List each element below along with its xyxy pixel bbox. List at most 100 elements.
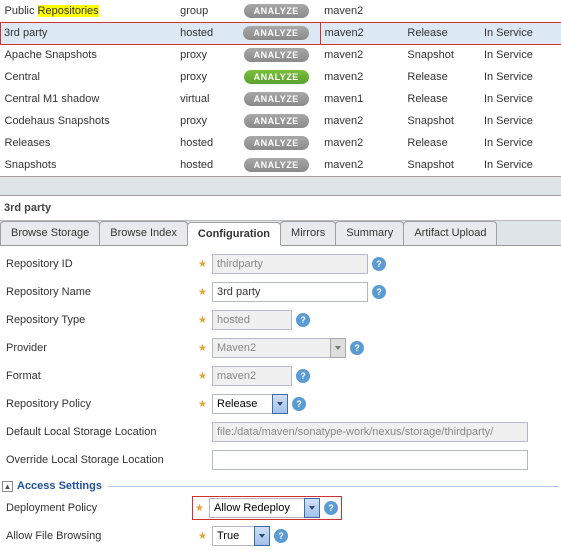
format-label: Format bbox=[2, 370, 198, 382]
required-icon bbox=[198, 455, 208, 466]
analyze-cell: ANALYZE bbox=[232, 88, 320, 110]
analyze-button[interactable]: ANALYZE bbox=[243, 26, 308, 40]
analyze-button[interactable]: ANALYZE bbox=[244, 92, 309, 106]
chevron-down-icon bbox=[330, 338, 346, 358]
policy-cell: Release bbox=[403, 66, 480, 88]
provider-select bbox=[212, 338, 346, 358]
table-row[interactable]: Public RepositoriesgroupANALYZEmaven2 bbox=[1, 0, 561, 22]
help-icon[interactable]: ? bbox=[296, 369, 310, 383]
help-icon[interactable]: ? bbox=[274, 529, 288, 543]
highlight-rect: ★ ? bbox=[192, 496, 342, 520]
analyze-cell: ANALYZE bbox=[232, 154, 320, 176]
config-form: Repository ID ★ ? Repository Name ★ ? Re… bbox=[0, 246, 561, 554]
tab-browse-storage[interactable]: Browse Storage bbox=[0, 221, 100, 245]
policy-cell bbox=[403, 0, 480, 22]
repository-table: Public RepositoriesgroupANALYZEmaven23rd… bbox=[0, 0, 561, 176]
analyze-button[interactable]: ANALYZE bbox=[244, 114, 309, 128]
repo-name-cell: Apache Snapshots bbox=[1, 44, 177, 66]
chevron-down-icon[interactable] bbox=[304, 498, 320, 518]
required-icon: ★ bbox=[198, 531, 208, 542]
required-icon: ★ bbox=[198, 315, 208, 326]
analyze-cell: ANALYZE bbox=[232, 44, 320, 66]
override-loc-label: Override Local Storage Location bbox=[2, 454, 198, 466]
help-icon[interactable]: ? bbox=[372, 285, 386, 299]
analyze-cell: ANALYZE bbox=[232, 132, 320, 154]
repo-type-cell: hosted bbox=[176, 22, 232, 44]
collapse-icon[interactable]: ▲ bbox=[2, 481, 13, 492]
repo-type-cell: hosted bbox=[176, 132, 232, 154]
chevron-down-icon[interactable] bbox=[254, 526, 270, 546]
analyze-cell: ANALYZE bbox=[232, 0, 320, 22]
required-icon bbox=[198, 427, 208, 438]
analyze-button[interactable]: ANALYZE bbox=[244, 4, 309, 18]
tab-summary[interactable]: Summary bbox=[335, 221, 404, 245]
section-divider bbox=[0, 176, 561, 196]
access-settings-legend: ▲ Access Settings bbox=[2, 478, 559, 494]
detail-title: 3rd party bbox=[0, 196, 561, 221]
help-icon[interactable]: ? bbox=[324, 501, 338, 515]
table-row[interactable]: Codehaus SnapshotsproxyANALYZEmaven2Snap… bbox=[1, 110, 561, 132]
policy-cell: Snapshot bbox=[403, 110, 480, 132]
required-icon: ★ bbox=[195, 503, 205, 514]
format-cell: maven2 bbox=[320, 110, 403, 132]
repo-id-label: Repository ID bbox=[2, 258, 198, 270]
repo-name-cell: Central M1 shadow bbox=[1, 88, 177, 110]
analyze-cell: ANALYZE bbox=[232, 66, 320, 88]
format-field bbox=[212, 366, 292, 386]
table-row[interactable]: ReleaseshostedANALYZEmaven2ReleaseIn Ser… bbox=[1, 132, 561, 154]
file-browse-select[interactable] bbox=[212, 526, 270, 546]
repo-name-cell: Releases bbox=[1, 132, 177, 154]
table-row[interactable]: Central M1 shadowvirtualANALYZEmaven1Rel… bbox=[1, 88, 561, 110]
chevron-down-icon[interactable] bbox=[272, 394, 288, 414]
help-icon[interactable]: ? bbox=[296, 313, 310, 327]
help-icon[interactable]: ? bbox=[292, 397, 306, 411]
repo-id-field bbox=[212, 254, 368, 274]
policy-select[interactable] bbox=[212, 394, 288, 414]
table-row[interactable]: CentralproxyANALYZEmaven2ReleaseIn Servi… bbox=[1, 66, 561, 88]
format-cell: maven2 bbox=[320, 132, 403, 154]
status-cell: In Service bbox=[480, 66, 561, 88]
required-icon: ★ bbox=[198, 399, 208, 410]
tab-mirrors[interactable]: Mirrors bbox=[280, 221, 336, 245]
policy-cell: Release bbox=[403, 88, 480, 110]
tab-artifact-upload[interactable]: Artifact Upload bbox=[403, 221, 497, 245]
status-cell: In Service bbox=[480, 154, 561, 176]
policy-cell: Release bbox=[403, 132, 480, 154]
tab-browse-index[interactable]: Browse Index bbox=[99, 221, 188, 245]
repo-name-cell: 3rd party bbox=[1, 22, 177, 44]
analyze-button[interactable]: ANALYZE bbox=[244, 70, 309, 84]
analyze-cell: ANALYZE bbox=[232, 22, 320, 44]
repo-type-cell: virtual bbox=[176, 88, 232, 110]
tab-configuration[interactable]: Configuration bbox=[187, 222, 281, 246]
status-cell: In Service bbox=[480, 110, 561, 132]
repo-type-label: Repository Type bbox=[2, 314, 198, 326]
required-icon: ★ bbox=[198, 259, 208, 270]
format-cell: maven2 bbox=[320, 0, 403, 22]
policy-cell: Release bbox=[403, 22, 480, 44]
table-row[interactable]: 3rd partyhosted ANALYZE maven2ReleaseIn Se… bbox=[1, 22, 561, 44]
status-cell: In Service bbox=[480, 88, 561, 110]
repo-name-cell: Public Repositories bbox=[1, 0, 177, 22]
repo-type-cell: proxy bbox=[176, 66, 232, 88]
repo-type-cell: hosted bbox=[176, 154, 232, 176]
format-cell: maven2 bbox=[320, 154, 403, 176]
tab-bar: Browse StorageBrowse IndexConfigurationM… bbox=[0, 221, 561, 246]
format-cell: maven2 bbox=[320, 22, 403, 44]
repo-name-cell: Snapshots bbox=[1, 154, 177, 176]
deploy-policy-select[interactable] bbox=[209, 498, 320, 518]
table-row[interactable]: SnapshotshostedANALYZEmaven2SnapshotIn S… bbox=[1, 154, 561, 176]
default-loc-label: Default Local Storage Location bbox=[2, 426, 198, 438]
analyze-button[interactable]: ANALYZE bbox=[244, 158, 309, 172]
repo-name-field[interactable] bbox=[212, 282, 368, 302]
analyze-button[interactable]: ANALYZE bbox=[244, 136, 309, 150]
status-cell: In Service bbox=[480, 22, 561, 44]
help-icon[interactable]: ? bbox=[350, 341, 364, 355]
help-icon[interactable]: ? bbox=[372, 257, 386, 271]
repo-type-cell: proxy bbox=[176, 110, 232, 132]
format-cell: maven2 bbox=[320, 44, 403, 66]
analyze-button[interactable]: ANALYZE bbox=[244, 48, 309, 62]
override-loc-field[interactable] bbox=[212, 450, 528, 470]
repo-type-cell: proxy bbox=[176, 44, 232, 66]
policy-label: Repository Policy bbox=[2, 398, 198, 410]
table-row[interactable]: Apache SnapshotsproxyANALYZEmaven2Snapsh… bbox=[1, 44, 561, 66]
